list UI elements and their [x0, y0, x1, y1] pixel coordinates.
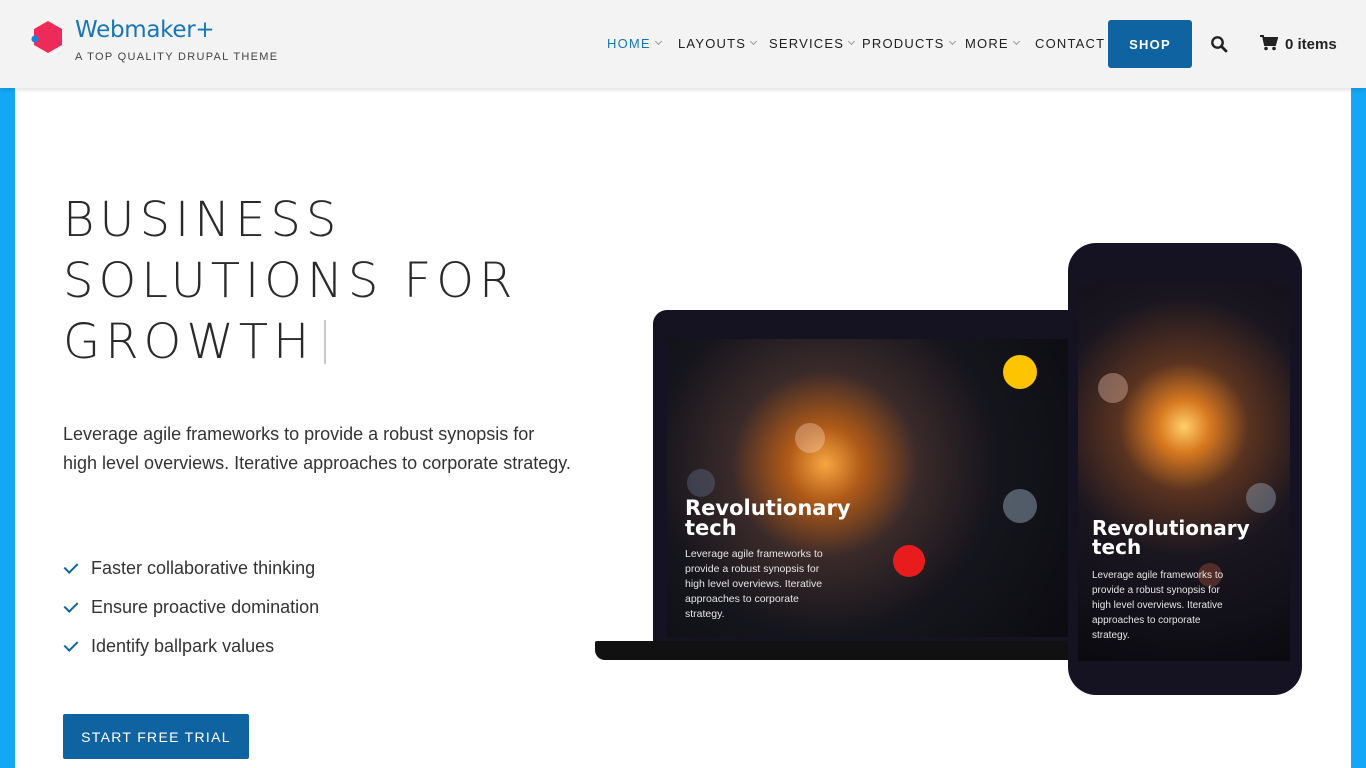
cart-count[interactable]: 0 items: [1285, 36, 1337, 53]
typing-cursor: [324, 320, 327, 364]
start-free-trial-button[interactable]: START FREE TRIAL: [63, 714, 249, 759]
cart-icon[interactable]: [1260, 35, 1278, 51]
check-icon: [63, 559, 79, 574]
card-title-line: tech: [685, 515, 737, 540]
hero-title-line: GROWTH: [63, 314, 315, 370]
card-body-line: approaches to corporate: [1092, 615, 1201, 626]
nav-label: CONTACT: [1035, 36, 1106, 51]
nav-label: SERVICES: [769, 36, 845, 51]
laptop-card-title: Revolutionary tech: [685, 498, 851, 540]
list-item: Ensure proactive domination: [63, 588, 319, 627]
feature-text: Faster collaborative thinking: [91, 558, 316, 578]
nav-label: MORE: [965, 36, 1009, 51]
card-body-line: Leverage agile frameworks to: [1092, 570, 1224, 581]
check-icon: [63, 598, 79, 613]
phone-screen: Revolutionary tech Leverage agile framew…: [1078, 283, 1290, 661]
feature-text: Ensure proactive domination: [91, 597, 320, 617]
hero-title-line-wrap: GROWTH: [63, 312, 517, 373]
nav-item-layouts[interactable]: LAYOUTS: [678, 36, 758, 51]
bokeh-light: [1246, 483, 1276, 513]
hero-title-line: BUSINESS: [63, 192, 342, 248]
nav-item-more[interactable]: MORE: [965, 36, 1020, 51]
check-icon: [63, 637, 79, 652]
laptop-base: [595, 641, 1089, 660]
card-body-line: approaches to corporate: [685, 593, 799, 605]
card-body-line: high level overviews. Iterative: [685, 578, 823, 590]
laptop-card-body: Leverage agile frameworks to provide a r…: [685, 547, 823, 622]
search-icon[interactable]: [1210, 35, 1228, 53]
card-body-line: Leverage agile frameworks to: [685, 548, 823, 560]
hero-title-line: SOLUTIONS FOR: [63, 253, 518, 309]
hero-section: BUSINESS SOLUTIONS FOR GROWTH Leverage a…: [15, 88, 1351, 768]
feature-text: Identify ballpark values: [91, 636, 275, 656]
chevron-down-icon: [848, 37, 856, 46]
site-header: Webmaker+ A TOP QUALITY DRUPAL THEME HOM…: [0, 0, 1366, 88]
phone-mockup: Revolutionary tech Leverage agile framew…: [1068, 243, 1302, 695]
list-item: Identify ballpark values: [63, 627, 319, 666]
chevron-down-icon: [1012, 37, 1020, 46]
bokeh-light: [687, 469, 715, 497]
card-body-line: strategy.: [1092, 630, 1130, 641]
bokeh-light: [1003, 489, 1037, 523]
nav-item-services[interactable]: SERVICES: [769, 36, 856, 51]
card-body-line: high level overviews. Iterative: [1092, 600, 1223, 611]
card-title-line: tech: [1092, 535, 1142, 559]
hexagon-logo-icon[interactable]: [30, 19, 66, 55]
bokeh-light: [1098, 373, 1128, 403]
site-name[interactable]: Webmaker+: [75, 17, 215, 43]
chevron-down-icon: [654, 37, 662, 46]
phone-card-title: Revolutionary tech: [1092, 518, 1250, 559]
laptop-mockup: Revolutionary tech Leverage agile framew…: [653, 310, 1093, 642]
nav-label: PRODUCTS: [862, 36, 945, 51]
bokeh-light: [795, 423, 825, 453]
chevron-down-icon: [750, 37, 758, 46]
nav-label: LAYOUTS: [678, 36, 747, 51]
card-body-line: provide a robust synopsis for: [1092, 585, 1220, 596]
nav-item-products[interactable]: PRODUCTS: [862, 36, 956, 51]
site-tagline: A TOP QUALITY DRUPAL THEME: [75, 51, 279, 63]
laptop-screen: Revolutionary tech Leverage agile framew…: [667, 339, 1083, 637]
bokeh-light: [893, 545, 925, 577]
card-body-line: strategy.: [685, 608, 725, 620]
nav-item-contact[interactable]: CONTACT: [1035, 36, 1105, 51]
bokeh-light: [1003, 355, 1037, 389]
card-body-line: provide a robust synopsis for: [685, 563, 820, 575]
hero-description: Leverage agile frameworks to provide a r…: [63, 424, 571, 473]
shop-button[interactable]: SHOP: [1108, 20, 1192, 68]
chevron-down-icon: [948, 37, 956, 46]
phone-card-body: Leverage agile frameworks to provide a r…: [1092, 568, 1223, 643]
list-item: Faster collaborative thinking: [63, 549, 319, 588]
hero-title: BUSINESS SOLUTIONS FOR GROWTH: [63, 190, 517, 373]
feature-list: Faster collaborative thinking Ensure pro…: [63, 549, 319, 666]
nav-item-home[interactable]: HOME: [607, 36, 662, 51]
nav-label: HOME: [607, 36, 651, 51]
